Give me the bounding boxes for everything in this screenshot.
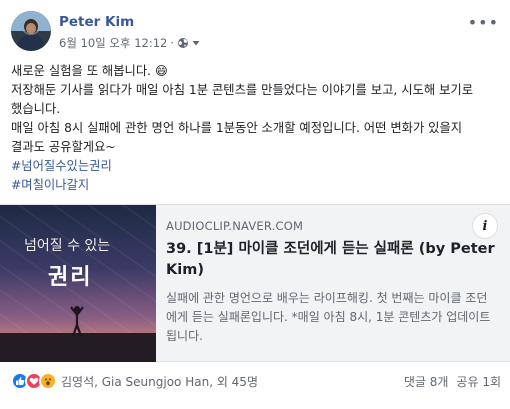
post-timestamp[interactable]: 6월 10일 오후 12:12 — [59, 35, 167, 51]
post-meta: 6월 10일 오후 12:12 · — [59, 35, 200, 51]
post-text-line: 새로운 실험을 또 해봅니다. 😄 — [11, 64, 168, 78]
link-info: AUDIOCLIP.NAVER.COM 39. [1분] 마이클 조던에게 듣는… — [166, 219, 496, 346]
hashtag-link[interactable]: #며칠이나갈지 — [11, 176, 501, 195]
thumbnail-text-line2: 권리 — [48, 265, 93, 290]
post-footer: 김영석, Gia Seungjoo Han, 외 45명 댓글 8개 공유 1회 — [11, 370, 501, 392]
link-preview-card[interactable]: 넘어질 수 있는 권리 AUDIOCLIP.NAVER.COM 39. [1분]… — [0, 204, 510, 362]
wow-icon — [39, 372, 57, 390]
post-text-line: 했습니다. — [11, 102, 61, 116]
reaction-summary[interactable]: 김영석, Gia Seungjoo Han, 외 45명 — [11, 372, 258, 390]
chevron-down-icon[interactable] — [192, 39, 200, 47]
author-name[interactable]: Peter Kim — [59, 14, 134, 30]
post-text: 새로운 실험을 또 해봅니다. 😄 저장해둔 기사를 읽다가 매일 아침 1분 … — [11, 62, 501, 195]
globe-icon[interactable] — [177, 37, 189, 49]
hashtag-link[interactable]: #넘어질수있는권리 — [11, 157, 501, 176]
link-description: 실패에 관한 명언으로 배우는 라이프해킹. 첫 번째는 마이클 조던에게 듣는… — [166, 291, 491, 343]
post-text-line: 저장해둔 기사를 읽다가 매일 아침 1분 콘텐츠를 만들었다는 이야기를 보고… — [11, 83, 474, 97]
more-options-icon[interactable]: ••• — [468, 13, 499, 32]
post-header: Peter Kim 6월 10일 오후 12:12 · ••• — [11, 11, 501, 55]
post-text-line: 매일 아침 8시 실패에 관한 명언 하나를 1분동안 소개할 예정입니다. 어… — [11, 121, 463, 135]
thumbnail-text-line1: 넘어질 수 있는 — [24, 238, 111, 254]
comment-count[interactable]: 댓글 8개 — [404, 373, 449, 390]
info-icon[interactable]: i — [472, 213, 498, 239]
reaction-names[interactable]: 김영석, Gia Seungjoo Han, 외 45명 — [61, 373, 258, 390]
link-thumbnail[interactable]: 넘어질 수 있는 권리 — [0, 205, 156, 362]
meta-separator: · — [170, 36, 175, 50]
link-title[interactable]: 39. [1분] 마이클 조던에게 듣는 실패론 (by Peter Kim) — [166, 239, 496, 281]
engagement-counts: 댓글 8개 공유 1회 — [404, 373, 501, 390]
avatar[interactable] — [11, 11, 51, 51]
link-domain: AUDIOCLIP.NAVER.COM — [166, 219, 304, 233]
post-text-line: 결과도 공유할게요~ — [11, 140, 116, 154]
person-silhouette-icon — [70, 306, 84, 337]
share-count[interactable]: 공유 1회 — [456, 373, 501, 390]
